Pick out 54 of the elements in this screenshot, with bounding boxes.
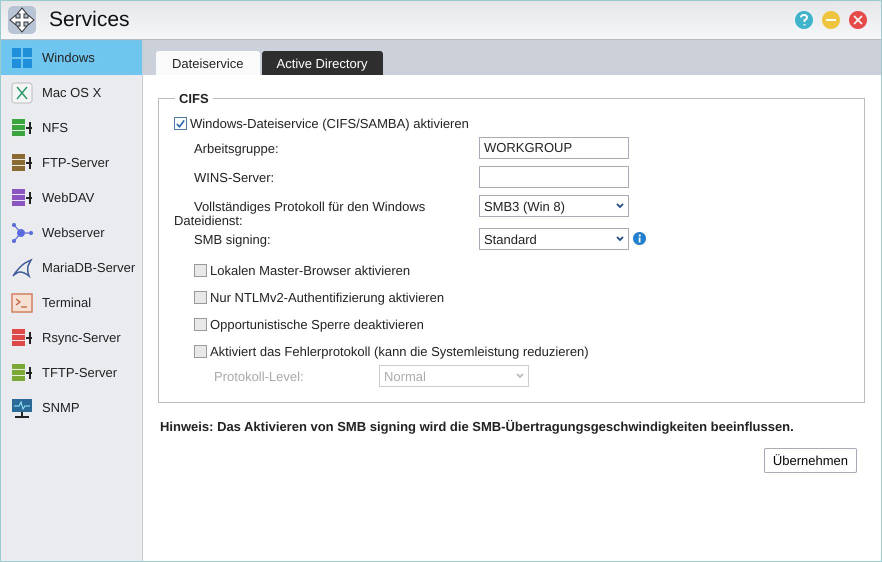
checkbox[interactable] <box>194 345 207 358</box>
sidebar-item[interactable]: FTP-Server <box>1 145 142 180</box>
sidebar-item[interactable]: Webserver <box>1 215 142 250</box>
x-icon <box>11 82 33 104</box>
apply-button[interactable]: Übernehmen <box>764 448 857 473</box>
server-stack-icon <box>11 362 33 384</box>
field-label: Protokoll-Level: <box>213 368 305 384</box>
checkbox[interactable] <box>194 291 207 304</box>
field-label: Vollständiges Protokoll für den Windows Dateidienst: <box>173 198 426 228</box>
window-title: Services <box>49 8 130 32</box>
input-field[interactable]: WORKGROUP <box>479 137 629 159</box>
sidebar-item[interactable]: Terminal <box>1 285 142 320</box>
server-stack-icon <box>11 152 33 174</box>
close-icon[interactable] <box>849 11 867 29</box>
sidebar-item[interactable]: SNMP <box>1 390 142 425</box>
sidebar-item[interactable]: WebDAV <box>1 180 142 215</box>
dropdown[interactable]: Standard <box>479 228 629 250</box>
field-label: Arbeitsgruppe: <box>193 140 280 156</box>
info-icon[interactable] <box>633 232 646 245</box>
caret-icon <box>516 373 524 379</box>
checkbox[interactable] <box>194 264 207 277</box>
tab[interactable]: Active Directory <box>262 51 383 75</box>
checkbox-option[interactable]: Windows-Dateiservice (CIFS/SAMBA) aktivieren <box>174 110 854 137</box>
field-label: WINS-Server: <box>193 169 276 185</box>
sidebar-item[interactable]: Mac OS X <box>1 75 142 110</box>
tab[interactable]: Dateiservice <box>156 51 260 75</box>
checkbox-option[interactable]: Opportunistische Sperre deaktivieren <box>194 311 854 338</box>
sidebar-item[interactable]: MariaDB-Server <box>1 250 142 285</box>
sidebar-item[interactable]: NFS <box>1 110 142 145</box>
checkbox-option[interactable]: Lokalen Master-Browser aktivieren <box>194 257 854 284</box>
minimize-icon[interactable] <box>822 11 840 29</box>
sidebar-item[interactable]: Rsync-Server <box>1 320 142 355</box>
move-arrows-icon <box>7 5 37 35</box>
sidebar-item[interactable]: TFTP-Server <box>1 355 142 390</box>
checkbox[interactable] <box>194 318 207 331</box>
checkbox-option[interactable]: Nur NTLMv2-Authentifizierung aktivieren <box>194 284 854 311</box>
hint-text: Hinweis: Das Aktivieren von SMB signing wird die SMB-Übertragungsgeschwindigkeiten beeinflussen. <box>159 419 795 434</box>
monitor-icon <box>11 396 33 418</box>
caret-icon <box>616 203 624 209</box>
input-field[interactable] <box>479 166 629 188</box>
server-stack-icon <box>11 326 33 348</box>
sidebar-item[interactable]: Windows <box>1 40 142 75</box>
dropdown[interactable]: SMB3 (Win 8) <box>479 195 629 217</box>
checkbox-option[interactable]: Aktiviert das Fehlerprotokoll (kann die Systemleistung reduzieren) <box>194 338 854 365</box>
help-icon[interactable] <box>795 11 813 29</box>
terminal-icon <box>11 292 33 314</box>
group-title: CIFS <box>178 91 210 106</box>
caret-icon <box>616 236 624 242</box>
network-nodes-icon <box>11 222 33 244</box>
field-label: SMB signing: <box>193 231 272 247</box>
server-stack-icon <box>11 116 33 138</box>
checkbox[interactable] <box>174 117 187 130</box>
windows-logo-icon <box>11 46 33 68</box>
server-stack-icon <box>11 186 33 208</box>
